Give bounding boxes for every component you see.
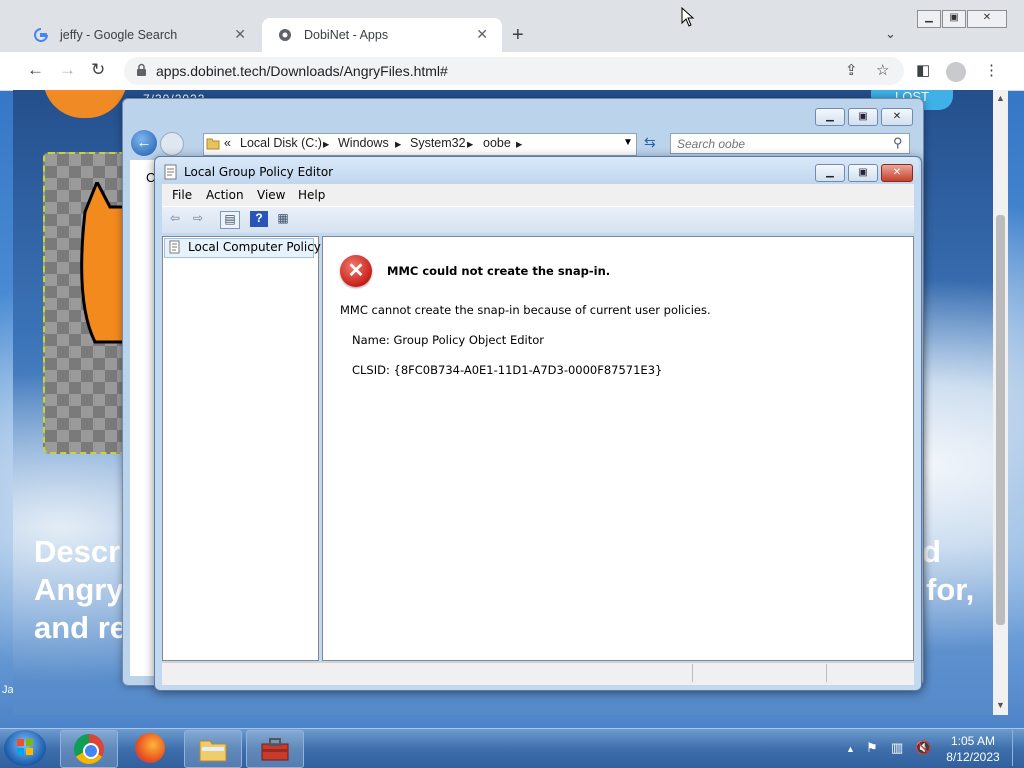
status-divider — [692, 664, 693, 682]
start-button[interactable] — [4, 730, 46, 766]
menu-file[interactable]: File — [172, 188, 192, 202]
status-divider — [826, 664, 827, 682]
address-dropdown-icon[interactable]: ▼ — [623, 137, 633, 148]
breadcrumb-separator[interactable]: ▸ — [467, 136, 473, 151]
menu-view[interactable]: View — [257, 188, 285, 202]
error-x-icon: ✕ — [340, 255, 372, 287]
profile-avatar-icon[interactable] — [946, 62, 966, 82]
tree-item-label[interactable]: Local Computer Policy — [188, 240, 321, 254]
tab-close-icon[interactable]: ✕ — [234, 26, 246, 43]
back-icon[interactable]: ← — [27, 60, 44, 80]
scroll-up-arrow-icon[interactable]: ▲ — [996, 93, 1005, 103]
error-title: MMC could not create the snap-in. — [387, 264, 611, 278]
minimize-button[interactable]: ▁ — [917, 10, 941, 28]
show-desktop-button[interactable] — [1012, 730, 1023, 766]
google-g-icon — [34, 28, 48, 42]
heading-right-1: d — [922, 534, 941, 569]
result-pane — [322, 236, 914, 661]
menu-kebab-icon[interactable]: ⋮ — [984, 61, 999, 79]
action-center-flag-icon[interactable]: ⚑ — [866, 740, 878, 756]
policy-document-icon — [169, 240, 180, 254]
help-icon[interactable]: ? — [250, 211, 268, 227]
tab-title: DobiNet - Apps — [304, 28, 389, 42]
breadcrumb-chevron[interactable]: « — [224, 136, 231, 150]
show-hide-console-tree-icon[interactable]: ▤ — [220, 211, 240, 229]
show-action-pane-icon[interactable]: ▦ — [274, 211, 292, 227]
network-icon[interactable]: ▥ — [891, 740, 903, 756]
gpe-minimize-button[interactable]: ▁ — [815, 164, 845, 182]
mouse-cursor-icon — [681, 7, 695, 27]
back-arrow-icon[interactable]: ⇦ — [166, 211, 184, 227]
url-text[interactable]: apps.dobinet.tech/Downloads/AngryFiles.h… — [156, 63, 448, 79]
explorer-close-button[interactable]: ✕ — [881, 108, 913, 126]
policy-document-icon — [164, 164, 177, 180]
breadcrumb-windows[interactable]: Windows — [338, 136, 389, 150]
explorer-back-icon[interactable]: ← — [131, 130, 157, 156]
firefox-icon[interactable] — [135, 733, 165, 763]
gpe-status-bar — [162, 662, 914, 685]
snapin-clsid: CLSID: {8FC0B734-A0E1-11D1-A7D3-0000F875… — [352, 363, 663, 377]
forward-arrow-icon[interactable]: ⇨ — [189, 211, 207, 227]
clock-date: 8/12/2023 — [946, 750, 1000, 764]
taskbar-toolbox[interactable] — [246, 730, 304, 768]
folder-icon — [206, 138, 220, 150]
windows-logo-icon — [17, 739, 33, 755]
breadcrumb-separator[interactable]: ▸ — [516, 136, 522, 151]
tab-title: jeffy - Google Search — [60, 28, 178, 42]
heading-line-3: and re — [34, 610, 128, 645]
console-tree-pane[interactable] — [162, 236, 319, 661]
side-panel-icon[interactable]: ◧ — [916, 61, 930, 79]
explorer-forward-icon[interactable] — [160, 132, 184, 156]
new-tab-button[interactable]: + — [512, 24, 524, 47]
gpe-close-button[interactable]: ✕ — [881, 164, 913, 182]
site-avatar-image — [43, 90, 127, 118]
tab-search-chevron-icon[interactable]: ⌄ — [885, 26, 896, 42]
explorer-minimize-button[interactable]: ▁ — [815, 108, 845, 126]
explorer-folder-icon — [199, 740, 227, 762]
taskbar-explorer[interactable] — [184, 730, 242, 768]
bookmark-star-icon[interactable]: ☆ — [876, 61, 889, 79]
page-scrollbar-thumb[interactable] — [996, 215, 1005, 625]
breadcrumb-separator[interactable]: ▸ — [323, 136, 329, 151]
gpe-window-title: Local Group Policy Editor — [184, 165, 334, 179]
breadcrumb-local-disk[interactable]: Local Disk (C:) — [240, 136, 322, 150]
reload-icon[interactable]: ↻ — [91, 60, 105, 80]
breadcrumb-oobe[interactable]: oobe — [483, 136, 511, 150]
share-icon[interactable]: ⇪ — [845, 61, 858, 79]
explorer-maximize-button[interactable]: ▣ — [848, 108, 878, 126]
breadcrumb-system32[interactable]: System32 — [410, 136, 466, 150]
tab-google-search[interactable]: jeffy - Google Search ✕ — [18, 18, 260, 52]
maximize-button[interactable]: ▣ — [942, 10, 966, 28]
volume-muted-icon[interactable]: 🔇 — [915, 740, 931, 756]
globe-icon — [279, 29, 291, 41]
explorer-search-input[interactable] — [670, 133, 910, 154]
tab-close-icon[interactable]: ✕ — [476, 26, 488, 43]
desktop-text-ja: Ja — [2, 684, 14, 696]
taskbar-chrome[interactable] — [60, 730, 118, 768]
refresh-icon[interactable]: ⇆ — [644, 134, 656, 151]
heading-right-2: for, — [926, 572, 975, 607]
clock-time: 1:05 AM — [950, 734, 996, 748]
lock-icon[interactable] — [136, 63, 147, 77]
search-icon[interactable]: ⚲ — [893, 135, 903, 151]
forward-icon[interactable]: → — [59, 60, 76, 80]
error-body: MMC cannot create the snap-in because of… — [340, 303, 711, 317]
heading-line-2: Angry — [34, 572, 124, 607]
toolbox-icon — [261, 738, 289, 761]
close-button[interactable]: ✕ — [967, 10, 1007, 28]
system-clock[interactable]: 1:05 AM 8/12/2023 — [938, 733, 1008, 765]
chrome-icon-center — [83, 743, 99, 759]
tab-dobinet-apps[interactable]: DobiNet - Apps ✕ — [262, 18, 502, 52]
breadcrumb-separator[interactable]: ▸ — [395, 136, 401, 151]
gpe-maximize-button[interactable]: ▣ — [848, 164, 878, 182]
explorer-nav-pane[interactable] — [130, 160, 157, 676]
menu-help[interactable]: Help — [298, 188, 325, 202]
scroll-down-arrow-icon[interactable]: ▼ — [996, 700, 1005, 710]
show-hidden-icons-icon[interactable]: ▲ — [846, 744, 855, 754]
heading-line-1: Descr — [34, 534, 121, 569]
snapin-name: Name: Group Policy Object Editor — [352, 333, 545, 347]
menu-action[interactable]: Action — [206, 188, 244, 202]
